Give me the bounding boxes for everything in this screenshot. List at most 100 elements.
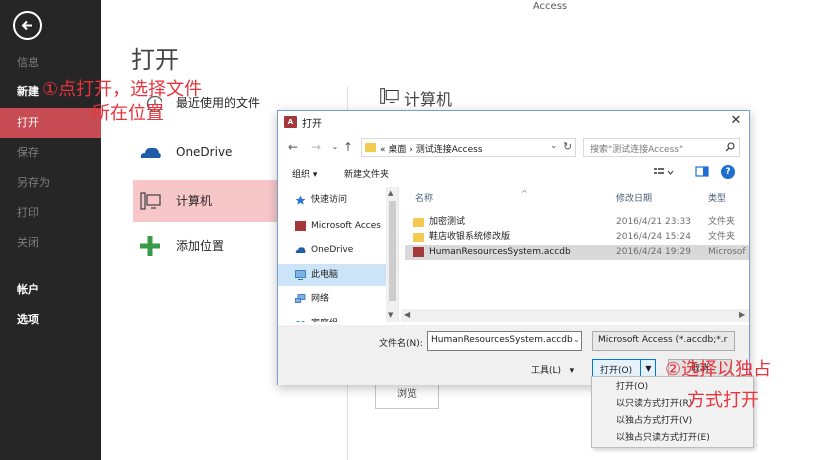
- place-add[interactable]: 添加位置: [133, 225, 278, 267]
- back-arrow-icon[interactable]: ←: [286, 139, 300, 155]
- view-options-icon[interactable]: [653, 166, 675, 178]
- sidebar-item-save[interactable]: 保存: [0, 138, 101, 168]
- help-icon[interactable]: ?: [721, 165, 735, 179]
- menu-item-open-exclusive-read-only[interactable]: 以独占只读方式打开(E): [616, 430, 710, 446]
- menu-item-open-read-only[interactable]: 以只读方式打开(R): [616, 396, 692, 412]
- breadcrumb-desktop[interactable]: 桌面: [388, 145, 406, 155]
- sidebar-item-info[interactable]: 信息: [0, 48, 101, 78]
- access-icon: A: [284, 116, 297, 128]
- open-button-label: 打开(O): [600, 366, 633, 376]
- sidebar-item-close[interactable]: 关闭: [0, 228, 101, 258]
- sidebar-item-open[interactable]: 打开: [0, 108, 101, 138]
- annotation-step2-line2: 方式打开: [687, 390, 759, 411]
- scroll-left-icon[interactable]: ◀: [404, 310, 410, 319]
- column-header-date[interactable]: 修改日期: [616, 191, 652, 204]
- annotation-step2-line1: ②选择以独占: [665, 359, 772, 380]
- nav-item-network[interactable]: 网络: [278, 288, 388, 310]
- up-arrow-icon[interactable]: ↑: [341, 139, 355, 155]
- place-add-label: 添加位置: [176, 239, 225, 253]
- sidebar-item-print[interactable]: 打印: [0, 198, 101, 228]
- dialog-toolbar: 组织 ▾ 新建文件夹 ?: [278, 161, 749, 185]
- recent-locations-chevron-icon[interactable]: ⌄: [328, 139, 342, 155]
- preview-pane-icon[interactable]: [695, 166, 709, 178]
- address-bar[interactable]: « 桌面 › 测试连接Access ⌄ ↻: [361, 138, 576, 157]
- annotation-step1-line2: 所在位置: [92, 103, 164, 124]
- access-icon: [295, 221, 306, 231]
- page-title: 打开: [131, 46, 179, 74]
- pc-icon: [295, 270, 306, 280]
- close-icon[interactable]: ✕: [729, 113, 743, 129]
- column-name-label: 名称: [415, 194, 434, 204]
- forward-arrow-icon[interactable]: →: [309, 139, 323, 155]
- scroll-up-icon[interactable]: ▲: [388, 189, 393, 197]
- column-header-type[interactable]: 类型: [708, 191, 726, 204]
- nav-pane-scrollbar[interactable]: ▲ ▼: [386, 187, 398, 322]
- star-icon: [295, 195, 306, 205]
- column-header-name[interactable]: 名称 ^: [415, 189, 528, 204]
- access-file-icon: [413, 247, 424, 257]
- file-name: 鞋店收银系统修改版: [429, 232, 511, 242]
- scrollbar-thumb[interactable]: [389, 201, 396, 301]
- nav-item-label: OneDrive: [311, 245, 354, 255]
- file-row-selected[interactable]: HumanResourcesSystem.accdb 2016/4/24 19:…: [405, 245, 749, 260]
- nav-item-homegroup[interactable]: 家庭组: [278, 313, 388, 322]
- dialog-nav-row: ← → ⌄ ↑ « 桌面 › 测试连接Access ⌄ ↻ 搜索"测试连接Acc…: [278, 137, 749, 159]
- computer-icon: [380, 88, 399, 104]
- sidebar-item-account[interactable]: 帐户: [0, 275, 101, 305]
- file-list-horizontal-scrollbar[interactable]: ◀ ▶: [401, 309, 749, 322]
- file-date: 2016/4/24 15:24: [616, 232, 691, 242]
- file-type: 文件夹: [708, 232, 736, 242]
- nav-item-label: 快速访问: [311, 195, 348, 205]
- nav-item-microsoft-access[interactable]: Microsoft Acces: [278, 215, 388, 237]
- tools-button[interactable]: 工具(L) ▾: [531, 363, 574, 376]
- file-row[interactable]: 加密测试 2016/4/21 23:33 文件夹: [409, 215, 749, 230]
- filetype-select[interactable]: Microsoft Access (*.accdb;*.r: [592, 331, 735, 351]
- open-options-menu: 打开(O) 以只读方式打开(R) 以独占方式打开(V) 以独占只读方式打开(E): [591, 376, 754, 448]
- place-onedrive[interactable]: OneDrive: [133, 131, 278, 173]
- dialog-title: 打开: [302, 119, 322, 130]
- dialog-titlebar: A 打开 ✕: [278, 111, 749, 133]
- refresh-icon[interactable]: ↻: [563, 140, 572, 153]
- backstage-sidebar: 信息 新建 打开 保存 另存为 打印 关闭 帐户 选项: [0, 0, 101, 460]
- chevron-down-icon[interactable]: ⌄: [550, 141, 558, 151]
- folder-icon: [413, 218, 424, 227]
- file-name: HumanResourcesSystem.accdb: [429, 247, 571, 257]
- cloud-icon: [140, 147, 161, 158]
- nav-item-this-pc[interactable]: 此电脑: [278, 264, 388, 286]
- search-placeholder: 搜索"测试连接Access": [590, 145, 684, 155]
- cloud-icon: [295, 247, 306, 253]
- file-list: 名称 ^ 修改日期 类型 加密测试 2016/4/21 23:33 文件夹 鞋店收…: [401, 187, 749, 322]
- annotation-step1-line1: ①点打开，选择文件: [42, 79, 203, 100]
- file-type: 文件夹: [708, 217, 736, 227]
- scroll-right-icon[interactable]: ▶: [739, 310, 745, 319]
- organize-button[interactable]: 组织 ▾: [292, 167, 317, 180]
- place-onedrive-label: OneDrive: [176, 145, 233, 159]
- nav-item-label: Microsoft Acces: [311, 221, 381, 231]
- new-folder-button[interactable]: 新建文件夹: [344, 167, 389, 180]
- nav-item-label: 网络: [311, 294, 330, 304]
- nav-item-onedrive[interactable]: OneDrive: [278, 239, 388, 261]
- search-input[interactable]: 搜索"测试连接Access": [583, 138, 740, 157]
- homegroup-icon: [296, 321, 305, 322]
- chevron-down-icon: ▾: [569, 366, 575, 376]
- computer-icon: [140, 192, 161, 210]
- nav-item-quick-access[interactable]: 快速访问: [278, 189, 388, 211]
- search-icon: [725, 142, 735, 152]
- network-icon: [295, 294, 306, 303]
- tools-label: 工具(L): [531, 366, 562, 376]
- chevron-down-icon[interactable]: ⌄: [573, 335, 580, 344]
- sidebar-item-options[interactable]: 选项: [0, 305, 101, 335]
- nav-item-label: 家庭组: [311, 313, 338, 322]
- menu-item-open-exclusive[interactable]: 以独占方式打开(V): [616, 413, 692, 429]
- breadcrumb-folder[interactable]: 测试连接Access: [416, 145, 483, 155]
- filename-field[interactable]: HumanResourcesSystem.accdb: [427, 331, 582, 351]
- breadcrumb-overflow[interactable]: «: [380, 145, 386, 155]
- place-computer[interactable]: 计算机: [133, 180, 278, 222]
- scroll-down-icon[interactable]: ▼: [388, 311, 393, 319]
- back-arrow-icon[interactable]: [13, 11, 42, 40]
- file-row[interactable]: 鞋店收银系统修改版 2016/4/24 15:24 文件夹: [409, 230, 749, 245]
- menu-item-open[interactable]: 打开(O): [616, 379, 648, 395]
- sidebar-item-save-as[interactable]: 另存为: [0, 168, 101, 198]
- file-type: Microsof: [708, 247, 746, 257]
- plus-icon: [140, 236, 160, 256]
